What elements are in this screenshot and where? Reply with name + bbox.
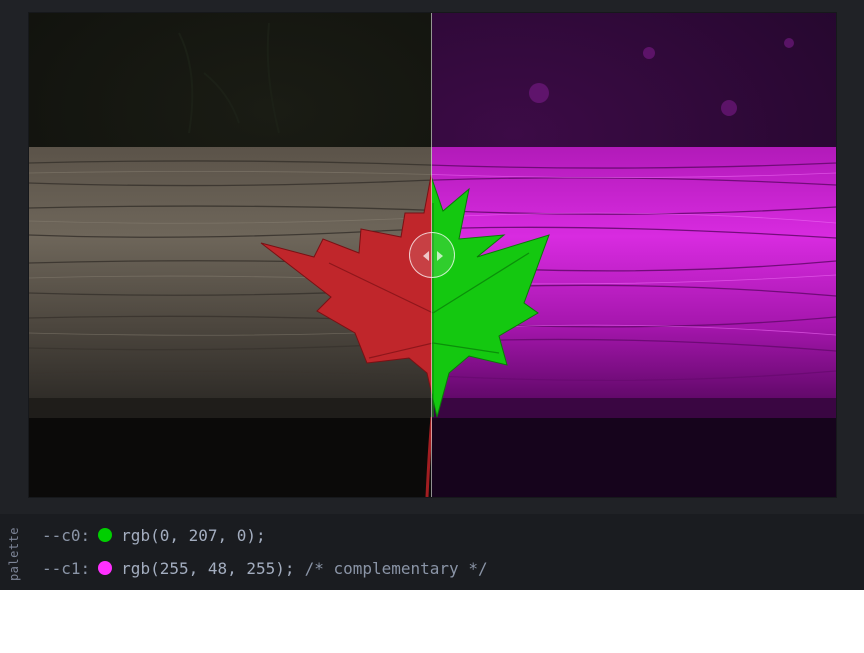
original-image-pane (29, 13, 432, 497)
color-variable-name: --c1 (42, 558, 81, 578)
colon: : (80, 558, 91, 578)
colon: : (80, 525, 91, 545)
compare-slider-handle-icon[interactable] (409, 232, 455, 278)
palette-color-row[interactable]: --c1 : rgb(255, 48, 255); /* complementa… (42, 556, 488, 580)
image-compare-viewer[interactable] (29, 13, 836, 497)
color-value: rgb(255, 48, 255); (121, 558, 295, 578)
palette-heading: palette (7, 526, 21, 582)
app-window: palette --c0 : rgb(0, 207, 0); --c1 : rg… (0, 0, 864, 590)
color-swatch[interactable] (98, 561, 113, 575)
palette-panel: palette --c0 : rgb(0, 207, 0); --c1 : rg… (0, 514, 864, 590)
color-swatch[interactable] (98, 528, 113, 542)
hue-shifted-image-pane (432, 13, 836, 497)
original-leaf-photo (29, 13, 432, 497)
palette-color-row[interactable]: --c0 : rgb(0, 207, 0); (42, 523, 266, 547)
color-value: rgb(0, 207, 0); (121, 525, 266, 545)
hue-shifted-leaf-photo (432, 13, 836, 497)
color-comment: /* complementary */ (304, 558, 488, 578)
color-variable-name: --c0 (42, 525, 81, 545)
